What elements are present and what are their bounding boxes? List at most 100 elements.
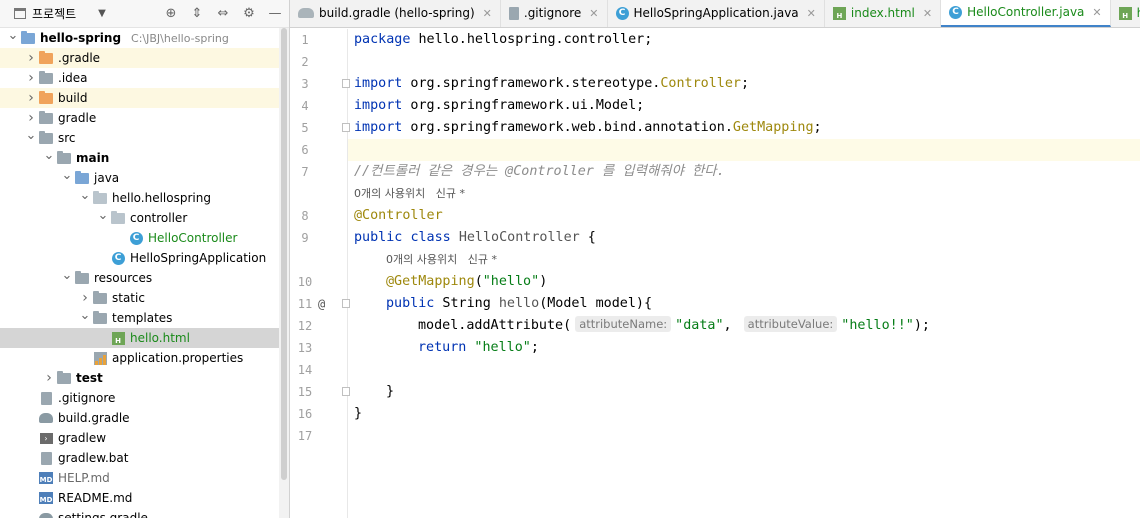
tree-item[interactable]: › test [0,368,279,388]
chevron-down-icon[interactable]: ⌄ [60,268,74,283]
tree-item[interactable]: C HelloSpringApplication [0,248,279,268]
close-icon[interactable]: ✕ [483,7,492,20]
folder-icon [92,290,108,305]
folder-icon [92,310,108,325]
project-view-selector[interactable]: 프로젝트 ▼ [14,5,106,22]
class-icon: C [615,6,629,20]
tree-item-label: .gradle [58,51,101,65]
tree-item[interactable]: ⌄ hello-spring C:\JBJ\hello-spring [0,28,279,48]
package-icon [110,210,126,225]
tree-item-label: gradlew.bat [58,451,129,465]
file-icon [38,451,54,465]
code-text: { [579,230,596,245]
markdown-file-icon: MD [38,471,54,485]
tree-item[interactable]: › gradlew [0,428,279,448]
gradle-icon [298,8,314,18]
keyword: public [354,230,403,245]
tree-item[interactable]: ⌄ main [0,148,279,168]
tree-item-label: build [58,91,88,105]
tree-item[interactable]: C HelloController [0,228,279,248]
chevron-right-icon[interactable]: › [24,90,38,106]
chevron-down-icon[interactable]: ⌄ [78,308,92,323]
gradle-file-icon [38,511,54,518]
chevron-right-icon[interactable]: › [42,370,56,386]
project-view-label: 프로젝트 [32,7,77,21]
tree-item[interactable]: settings.gradle [0,508,279,518]
tree-item[interactable]: › static [0,288,279,308]
gutter-line: 6 [290,139,347,161]
chevron-right-icon[interactable]: › [24,110,38,126]
annotation: @GetMapping [386,274,475,289]
chevron-down-icon[interactable]: ⌄ [96,208,110,223]
usage-hint-class[interactable]: 0개의 사용위치 신규 * [348,183,1140,205]
tree-item[interactable]: MD README.md [0,488,279,508]
tree-item[interactable]: application.properties [0,348,279,368]
package-icon [92,190,108,205]
close-icon[interactable]: ✕ [1092,6,1101,19]
method-name: hello [498,296,540,311]
chevron-down-icon[interactable]: ⌄ [24,128,38,143]
editor-tab[interactable]: build.gradle (hello-spring) ✕ [290,0,501,27]
folder-icon [38,110,54,125]
gear-icon[interactable]: ⚙ [241,6,257,22]
gutter-line: 15 [290,381,350,403]
gutter-line: 5 [290,117,350,139]
line-number: 15 [297,385,313,399]
gutter-line: 1 [290,29,347,51]
tree-item[interactable]: ⌄ resources [0,268,279,288]
chevron-right-icon[interactable]: › [24,70,38,86]
editor-tab[interactable]: C HelloSpringApplication.java ✕ [608,0,825,27]
gutter-line: 3 [290,73,350,95]
tree-item[interactable]: › .idea [0,68,279,88]
target-icon[interactable]: ⊕ [163,6,179,22]
expand-all-icon[interactable]: ⇕ [189,6,205,22]
mapping-marker-icon[interactable]: @ [318,293,325,315]
code-class-ref: Controller [660,76,741,91]
tree-item[interactable]: Hhello.html [0,328,279,348]
tree-item[interactable]: › build [0,88,279,108]
minimize-icon[interactable]: — [267,6,283,22]
tree-item-label: .idea [58,71,88,85]
tree-item-label: templates [112,311,173,325]
tree-item-label: src [58,131,76,145]
tree-item[interactable]: ⌄ hello.hellospring [0,188,279,208]
line-number: 7 [301,165,309,179]
close-icon[interactable]: ✕ [589,7,598,20]
chevron-right-icon[interactable]: › [78,290,92,306]
chevron-right-icon[interactable]: › [24,50,38,66]
code-text: ; [530,340,539,355]
gutter-line: 13 [290,337,347,359]
tree-item[interactable]: .gitignore [0,388,279,408]
code-line-11: public String hello(Model model){ [348,293,1140,315]
tree-item[interactable]: MD HELP.md [0,468,279,488]
module-folder-icon [20,30,36,45]
code-view[interactable]: package hello.hellospring.controller; im… [348,29,1140,518]
tree-scrollbar[interactable] [279,28,289,518]
tree-item[interactable]: ⌄ templates [0,308,279,328]
chevron-down-icon[interactable]: ⌄ [78,188,92,203]
chevron-down-icon[interactable]: ⌄ [6,28,20,43]
scrollbar-thumb[interactable] [281,28,287,480]
collapse-all-icon[interactable]: ⇔ [215,6,231,22]
close-icon[interactable]: ✕ [807,7,816,20]
usage-hint-method[interactable]: 0개의 사용위치 신규 * [348,249,1140,271]
chevron-down-icon[interactable]: ⌄ [60,168,74,183]
tree-item[interactable]: ⌄ src [0,128,279,148]
tree-item[interactable]: ⌄ controller [0,208,279,228]
file-icon [38,391,54,405]
tab-label: .gitignore [523,6,582,20]
gutter-line: 7 [290,161,347,183]
tree-item[interactable]: build.gradle [0,408,279,428]
editor-tab[interactable]: Hhello.html✕ [1111,0,1140,27]
editor-tab[interactable]: C HelloController.java ✕ [941,0,1111,27]
tree-item[interactable]: › gradle [0,108,279,128]
line-number: 8 [301,209,309,223]
tree-item[interactable]: gradlew.bat [0,448,279,468]
tree-item[interactable]: ⌄ java [0,168,279,188]
editor-tab[interactable]: Hindex.html ✕ [825,0,942,27]
chevron-down-icon[interactable]: ⌄ [42,148,56,163]
editor-tab[interactable]: .gitignore ✕ [501,0,608,27]
tree-item[interactable]: › .gradle [0,48,279,68]
close-icon[interactable]: ✕ [923,7,932,20]
